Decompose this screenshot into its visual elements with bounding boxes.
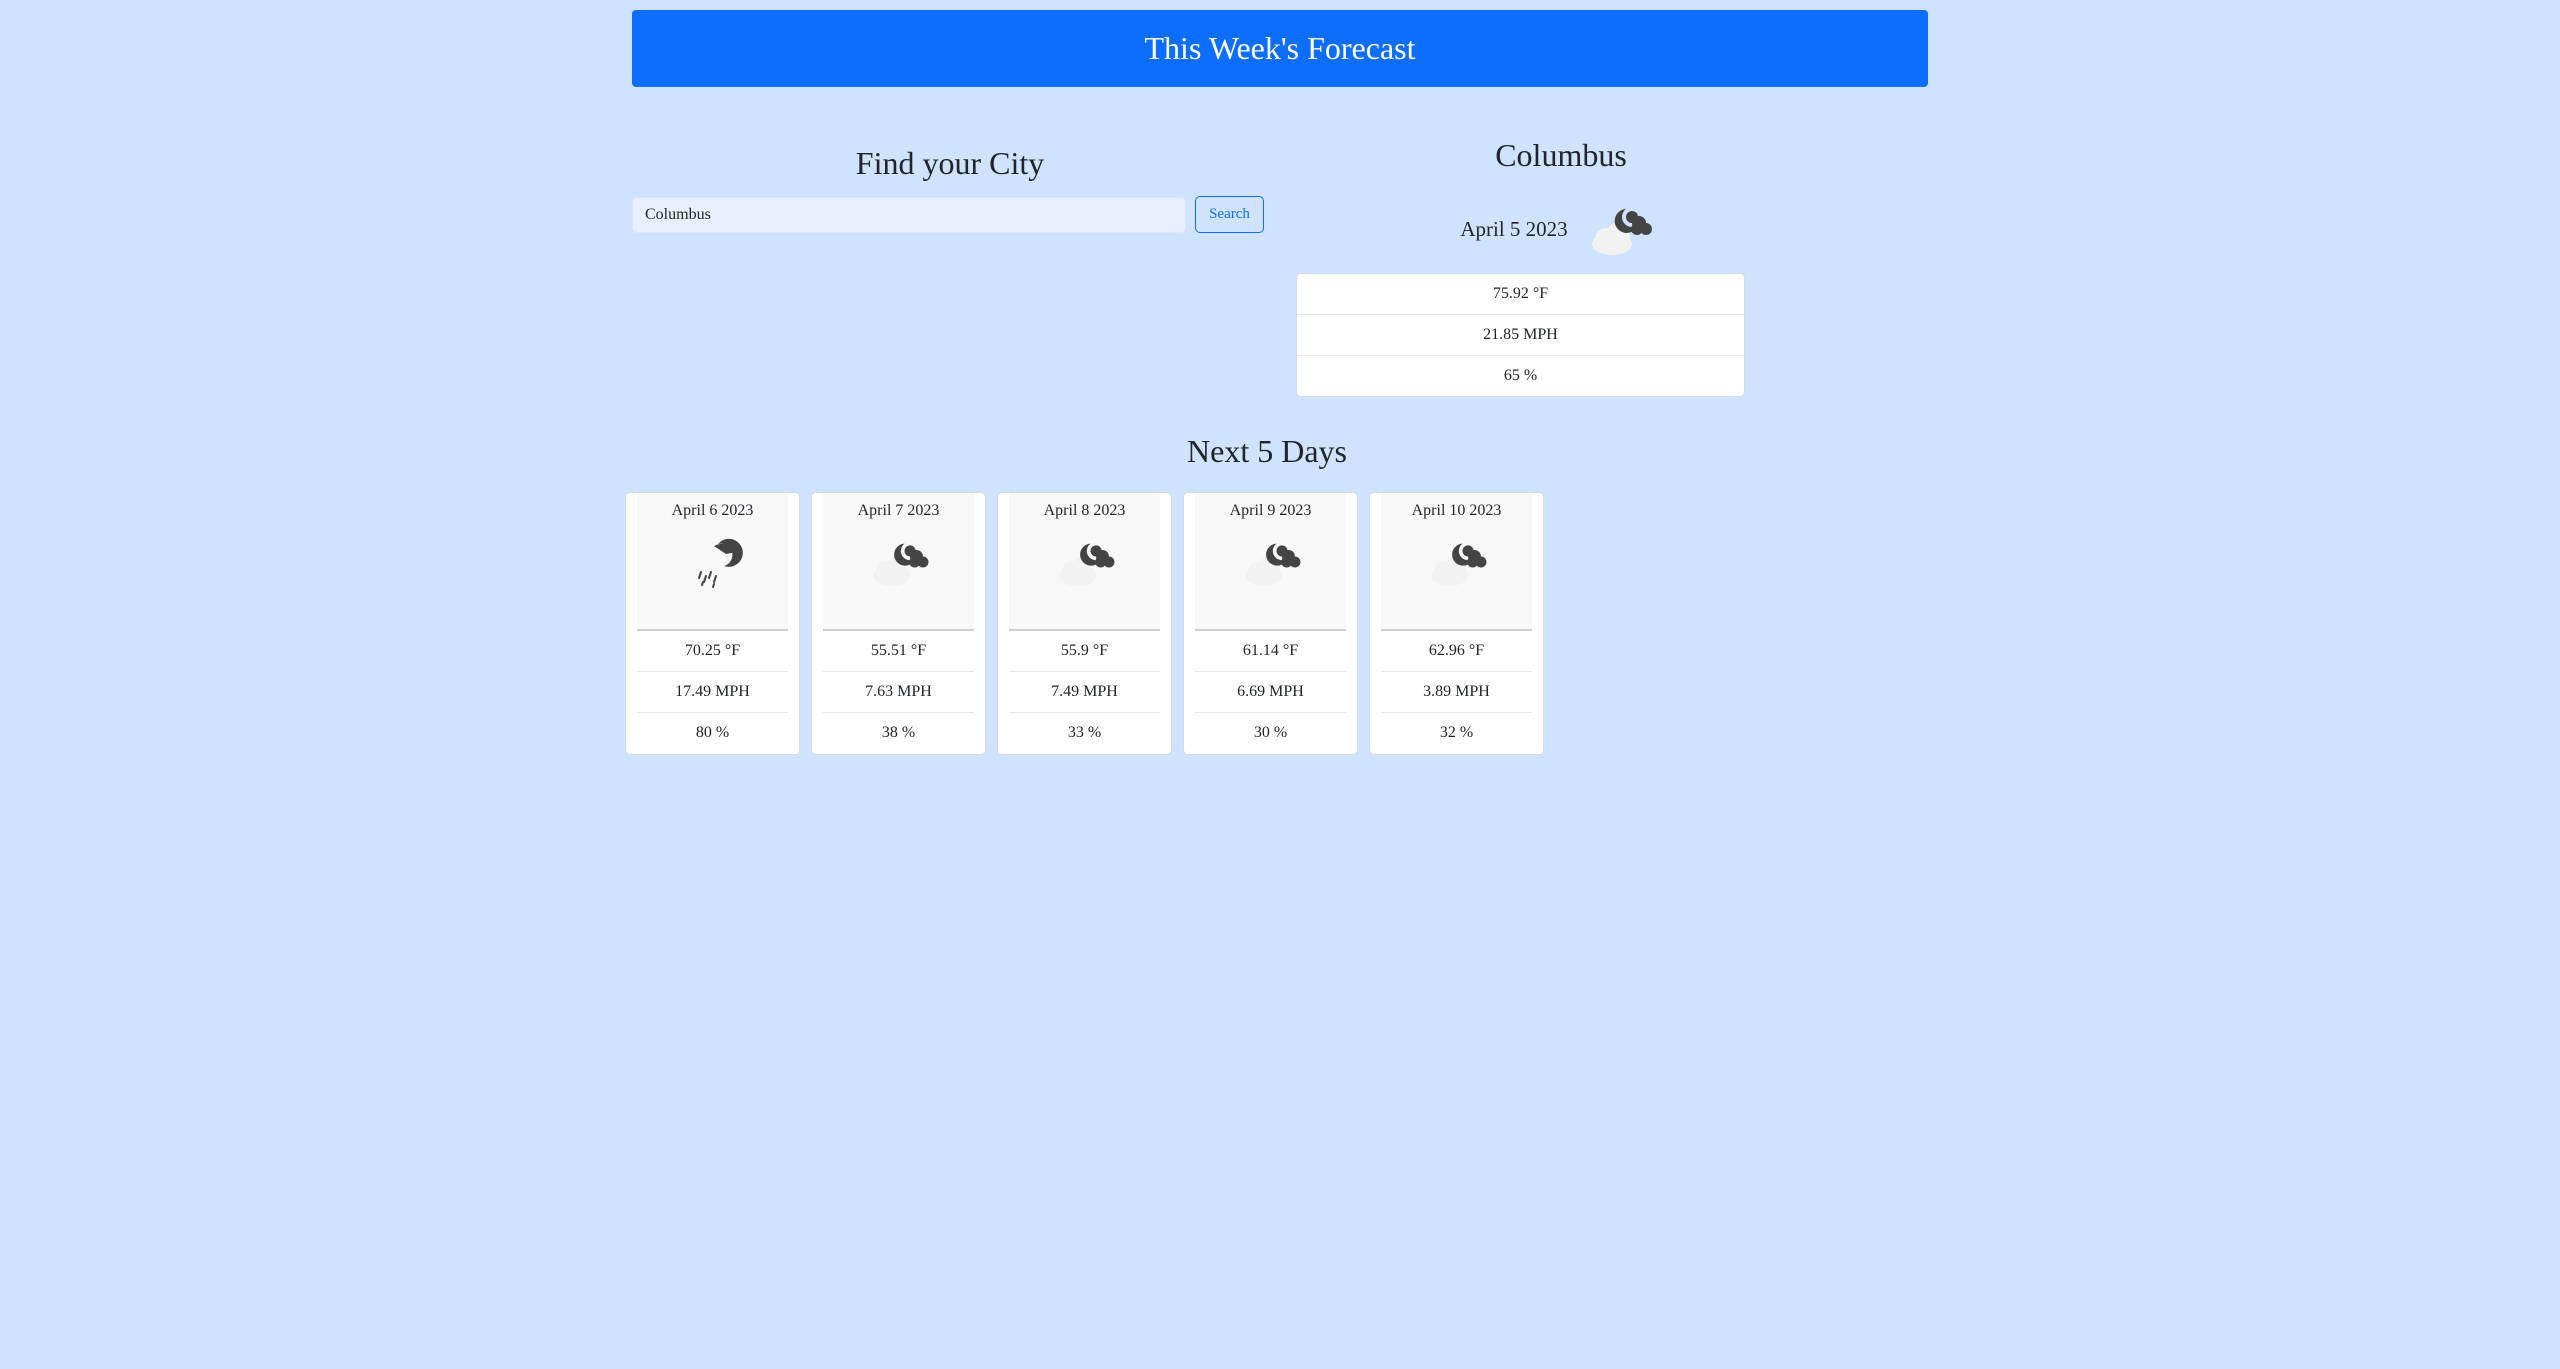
- current-wind-speed: 21.85 MPH: [1297, 315, 1744, 356]
- forecast-stats-list: 62.96 °F 3.89 MPH 32 %: [1381, 631, 1532, 753]
- forecast-wind-speed: 3.89 MPH: [1381, 672, 1532, 713]
- forecast-heading: Next 5 Days: [1187, 433, 1347, 469]
- forecast-stats-list: 55.9 °F 7.49 MPH 33 %: [1009, 631, 1160, 753]
- forecast-temperature: 61.14 °F: [1195, 631, 1346, 672]
- city-search-panel: Find your City Search: [632, 145, 1268, 233]
- current-date-row: April 5 2023: [1334, 199, 1784, 259]
- forecast-card-header: April 6 2023: [637, 493, 788, 631]
- forecast-date: April 9 2023: [1229, 502, 1312, 519]
- forecast-wind-speed: 7.49 MPH: [1009, 672, 1160, 713]
- current-date: April 5 2023: [1460, 216, 1568, 241]
- page-title: This Week's Forecast: [1144, 30, 1416, 66]
- forecast-humidity: 80 %: [695, 724, 730, 741]
- forecast-humidity: 38 %: [881, 724, 916, 741]
- forecast-temperature: 62.96 °F: [1381, 631, 1532, 672]
- forecast-card-header: April 8 2023: [1009, 493, 1160, 631]
- page-header: This Week's Forecast: [632, 10, 1928, 87]
- search-heading: Find your City: [855, 145, 1045, 181]
- forecast-stats-list: 70.25 °F 17.49 MPH 80 %: [637, 631, 788, 753]
- partly-cloudy-night-icon: [1050, 532, 1120, 592]
- forecast-wind-speed: 17.49 MPH: [637, 672, 788, 713]
- search-button[interactable]: Search: [1195, 196, 1264, 233]
- partly-cloudy-night-icon: [1582, 199, 1658, 259]
- partly-cloudy-night-icon: [864, 532, 934, 592]
- current-weather-panel: Columbus April 5 2023 75.92 °F 21.85 MPH…: [1296, 137, 1746, 413]
- partly-cloudy-night-icon: [1236, 532, 1306, 592]
- forecast-humidity: 30 %: [1253, 724, 1288, 741]
- forecast-cards: April 6 2023 70.25 °F 17.49 MPH 80 % Apr…: [625, 492, 1544, 755]
- current-city-name: Columbus: [1495, 137, 1627, 173]
- forecast-card: April 8 2023 55.9 °F 7.49 MPH 33 %: [997, 492, 1172, 755]
- current-humidity: 65 %: [1503, 367, 1538, 384]
- city-search-input[interactable]: [632, 196, 1186, 233]
- forecast-temperature: 55.9 °F: [1009, 631, 1160, 672]
- forecast-stats-list: 55.51 °F 7.63 MPH 38 %: [823, 631, 974, 753]
- forecast-date: April 7 2023: [857, 502, 940, 519]
- current-temperature: 75.92 °F: [1297, 274, 1744, 315]
- forecast-card-header: April 9 2023: [1195, 493, 1346, 631]
- night-rain-icon: [678, 532, 748, 592]
- forecast-card-header: April 10 2023: [1381, 493, 1532, 631]
- forecast-card: April 7 2023 55.51 °F 7.63 MPH 38 %: [811, 492, 986, 755]
- forecast-temperature: 70.25 °F: [637, 631, 788, 672]
- partly-cloudy-night-icon: [1422, 532, 1492, 592]
- forecast-date: April 10 2023: [1411, 502, 1502, 519]
- forecast-humidity: 32 %: [1439, 724, 1474, 741]
- forecast-wind-speed: 7.63 MPH: [823, 672, 974, 713]
- forecast-stats-list: 61.14 °F 6.69 MPH 30 %: [1195, 631, 1346, 753]
- forecast-card: April 9 2023 61.14 °F 6.69 MPH 30 %: [1183, 492, 1358, 755]
- forecast-date: April 8 2023: [1043, 502, 1126, 519]
- forecast-card: April 10 2023 62.96 °F 3.89 MPH 32 %: [1369, 492, 1544, 755]
- forecast-humidity: 33 %: [1067, 724, 1102, 741]
- forecast-card: April 6 2023 70.25 °F 17.49 MPH 80 %: [625, 492, 800, 755]
- forecast-wind-speed: 6.69 MPH: [1195, 672, 1346, 713]
- forecast-card-header: April 7 2023: [823, 493, 974, 631]
- search-row: Search: [632, 196, 1268, 233]
- forecast-date: April 6 2023: [671, 502, 754, 519]
- current-stats-list: 75.92 °F 21.85 MPH 65 %: [1296, 273, 1745, 397]
- forecast-temperature: 55.51 °F: [823, 631, 974, 672]
